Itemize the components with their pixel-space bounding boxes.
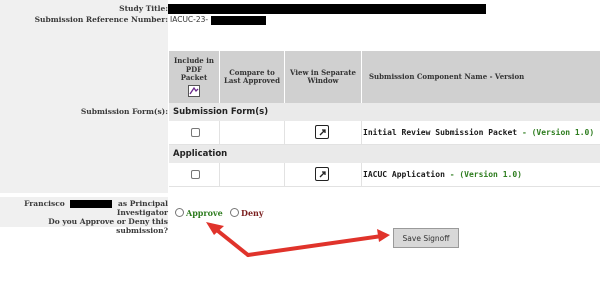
cell-divider: [361, 121, 362, 145]
header-divider: [361, 51, 362, 103]
study-title-redaction: [168, 4, 486, 14]
deny-label[interactable]: Deny: [241, 208, 264, 218]
signoff-name-label: Francisco as Principal: [24, 199, 168, 208]
include-pdf-checkbox[interactable]: [191, 128, 200, 137]
component-name: Initial Review Submission Packet - (Vers…: [363, 128, 594, 137]
component-name: IACUC Application - (Version 1.0): [363, 170, 522, 179]
component-separator: -: [444, 170, 460, 179]
approve-radio[interactable]: [175, 208, 184, 217]
header-include-pdf-label: Include in PDF Packet: [174, 56, 214, 83]
section-header: Application: [169, 145, 600, 163]
component-version: (Version 1.0): [531, 128, 595, 137]
cell-divider: [219, 163, 220, 187]
external-window-icon[interactable]: [315, 167, 329, 181]
table-row: Initial Review Submission Packet - (Vers…: [169, 121, 600, 145]
arrow-to-approve: [211, 225, 250, 257]
submission-ref-label: Submission Reference Number:: [34, 15, 168, 24]
signoff-name-prefix: Francisco: [24, 199, 65, 208]
cell-divider: [361, 163, 362, 187]
section-header: Submission Form(s): [169, 103, 600, 121]
cell-divider: [219, 121, 220, 145]
header-divider: [219, 51, 220, 103]
signoff-role-label: Investigator: [116, 208, 168, 217]
cell-divider: [284, 121, 285, 145]
signoff-name-redaction: [70, 200, 113, 208]
deny-radio[interactable]: [230, 208, 239, 217]
labels-column: [0, 0, 168, 193]
header-view-window: View in Separate Window: [290, 67, 356, 85]
component-separator: -: [517, 128, 532, 137]
component-version: (Version 1.0): [459, 170, 522, 179]
study-title-label: Study Title:: [119, 4, 168, 13]
header-compare: Compare to Last Approved: [223, 67, 281, 85]
signoff-role: as Principal: [118, 199, 168, 208]
include-pdf-checkbox[interactable]: [191, 170, 200, 179]
save-signoff-button[interactable]: Save Signoff: [393, 228, 459, 248]
submission-ref-redaction: [211, 16, 266, 25]
pdf-packet-icon: [188, 84, 200, 97]
header-divider: [284, 51, 285, 103]
arrowhead-approve: [206, 222, 224, 235]
external-window-icon[interactable]: [315, 125, 329, 139]
arrow-to-save: [246, 234, 384, 257]
arrowhead-save: [377, 229, 390, 242]
component-title: Initial Review Submission Packet: [363, 128, 518, 137]
signoff-question: Do you Approve or Deny this submission?: [48, 217, 168, 235]
header-component-name: Submission Component Name - Version: [369, 71, 525, 81]
header-include-pdf: Include in PDF Packet: [169, 51, 219, 103]
table-row: IACUC Application - (Version 1.0): [169, 163, 600, 187]
approve-label[interactable]: Approve: [186, 208, 223, 218]
submission-forms-label: Submission Form(s):: [80, 107, 168, 116]
table-header: Include in PDF Packet Compare to Last Ap…: [169, 51, 600, 103]
submission-ref-value: IACUC-23-: [170, 15, 209, 24]
component-title: IACUC Application: [363, 170, 445, 179]
cell-divider: [284, 163, 285, 187]
